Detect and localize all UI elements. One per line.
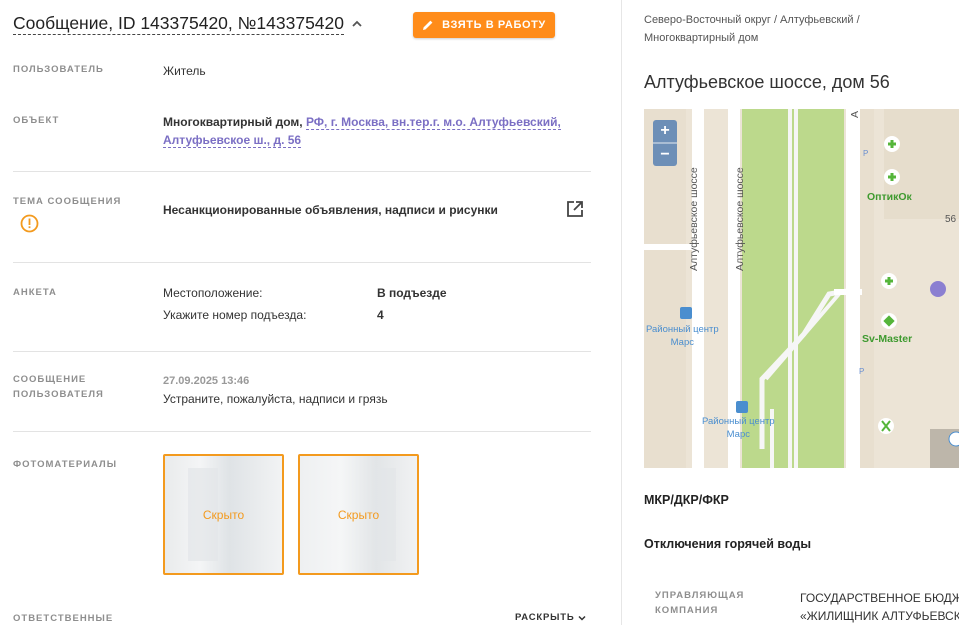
mc-label-line2: КОМПАНИЯ bbox=[655, 605, 719, 616]
divider bbox=[13, 171, 591, 172]
map-bus-stop-label: Районный центр Марс bbox=[702, 415, 775, 441]
survey-label: АНКЕТА bbox=[13, 287, 57, 298]
user-message-label: СООБЩЕНИЕ ПОЛЬЗОВАТЕЛЯ bbox=[13, 372, 104, 402]
map[interactable]: Алтуфьевское шоссе Алтуфьевское шоссе А … bbox=[644, 109, 959, 468]
pencil-icon bbox=[423, 20, 433, 30]
map-street-label: Алтуфьевское шоссе bbox=[734, 167, 746, 271]
object-address-link[interactable]: РФ, г. Москва, вн.тер.г. м.о. Алтуфьевск… bbox=[305, 115, 561, 130]
management-company-value: ГОСУДАРСТВЕННОЕ БЮДЖ «ЖИЛИЩНИК АЛТУФЬЕВС… bbox=[800, 589, 959, 625]
zoom-out-button[interactable]: − bbox=[653, 144, 677, 166]
photo-hidden-label: Скрыто bbox=[337, 507, 380, 522]
bus-stop-name-cont: Марс bbox=[670, 337, 694, 348]
take-to-work-label: ВЗЯТЬ В РАБОТУ bbox=[442, 19, 546, 31]
object-value: Многоквартирный дом, РФ, г. Москва, вн.т… bbox=[163, 113, 583, 149]
map-street-label: Алтуфьевское шоссе bbox=[688, 167, 700, 271]
object-address-link-cont[interactable]: Алтуфьевское ш., д. 56 bbox=[163, 133, 302, 148]
breadcrumb-line1: Северо-Восточный округ / Алтуфьевский / bbox=[644, 14, 860, 26]
bus-stop-name-cont: Марс bbox=[726, 429, 750, 440]
map-zoom-control: + − bbox=[653, 120, 677, 166]
bus-stop-name: Районный центр bbox=[646, 324, 719, 335]
external-link-icon[interactable] bbox=[566, 200, 584, 218]
section-hot-water-outages[interactable]: Отключения горячей воды bbox=[644, 537, 811, 551]
map-house-number: 56 bbox=[945, 214, 957, 225]
management-company-label: УПРАВЛЯЮЩАЯ КОМПАНИЯ bbox=[655, 588, 744, 618]
message-title[interactable]: Сообщение, ID 143375420, №143375420 bbox=[13, 12, 345, 35]
expand-label: РАСКРЫТЬ bbox=[515, 612, 575, 623]
user-message-label-line2: ПОЛЬЗОВАТЕЛЯ bbox=[13, 389, 104, 400]
message-details-panel: Сообщение, ID 143375420, №143375420 ВЗЯТ… bbox=[0, 0, 622, 625]
message-header: Сообщение, ID 143375420, №143375420 bbox=[13, 12, 364, 35]
breadcrumb: Северо-Восточный округ / Алтуфьевский / … bbox=[644, 11, 944, 47]
parking-icon: P bbox=[859, 367, 865, 376]
survey-value-location: В подъезде bbox=[377, 286, 447, 300]
breadcrumb-line2: Многоквартирный дом bbox=[644, 32, 759, 44]
photo-thumbnail[interactable]: Скрыто bbox=[163, 454, 284, 575]
divider bbox=[13, 262, 591, 263]
map-street-label: А bbox=[849, 110, 861, 118]
bus-stop-name: Районный центр bbox=[702, 416, 775, 427]
object-address-title: Алтуфьевское шоссе, дом 56 bbox=[644, 72, 890, 92]
divider bbox=[13, 431, 591, 432]
survey-value-entrance: 4 bbox=[377, 308, 384, 322]
section-capital-repair[interactable]: МКР/ДКР/ФКР bbox=[644, 493, 729, 507]
message-datetime: 27.09.2025 13:46 bbox=[163, 375, 250, 387]
object-info-panel: Северо-Восточный округ / Алтуфьевский / … bbox=[623, 0, 959, 625]
mc-value-line2: «ЖИЛИЩНИК АЛТУФЬЕВСК bbox=[800, 609, 959, 623]
responsible-label: ОТВЕТСТВЕННЫЕ bbox=[13, 613, 114, 624]
photos-label: ФОТОМАТЕРИАЛЫ bbox=[13, 459, 118, 470]
user-label: ПОЛЬЗОВАТЕЛЬ bbox=[13, 64, 104, 75]
topic-label: ТЕМА СООБЩЕНИЯ bbox=[13, 196, 122, 207]
warning-icon bbox=[20, 214, 39, 233]
map-poi-svmaster[interactable]: Sv-Master bbox=[862, 333, 912, 345]
survey-key-location: Местоположение: bbox=[163, 286, 263, 300]
chevron-down-icon bbox=[578, 615, 586, 621]
parking-icon: P bbox=[863, 149, 869, 158]
take-to-work-button[interactable]: ВЗЯТЬ В РАБОТУ bbox=[413, 12, 555, 38]
photo-hidden-label: Скрыто bbox=[202, 507, 245, 522]
divider bbox=[13, 351, 591, 352]
object-label: ОБЪЕКТ bbox=[13, 115, 60, 126]
map-canvas bbox=[644, 109, 959, 468]
photo-thumbnail[interactable]: Скрыто bbox=[298, 454, 419, 575]
user-value: Житель bbox=[163, 64, 206, 78]
message-text: Устраните, пожалуйста, надписи и грязь bbox=[163, 392, 388, 406]
topic-value: Несанкционированные объявления, надписи … bbox=[163, 203, 498, 217]
user-message-label-line1: СООБЩЕНИЕ bbox=[13, 374, 87, 385]
mc-label-line1: УПРАВЛЯЮЩАЯ bbox=[655, 590, 745, 601]
mc-value-line1: ГОСУДАРСТВЕННОЕ БЮДЖ bbox=[800, 591, 959, 605]
chevron-up-icon[interactable] bbox=[350, 17, 364, 31]
expand-responsible-button[interactable]: РАСКРЫТЬ bbox=[515, 612, 587, 623]
survey-key-entrance: Укажите номер подъезда: bbox=[163, 308, 307, 322]
object-type: Многоквартирный дом, bbox=[163, 115, 303, 129]
map-poi-optic[interactable]: ОптикОк bbox=[867, 191, 912, 203]
map-bus-stop-label: Районный центр Марс bbox=[646, 323, 719, 349]
zoom-in-button[interactable]: + bbox=[653, 120, 677, 142]
